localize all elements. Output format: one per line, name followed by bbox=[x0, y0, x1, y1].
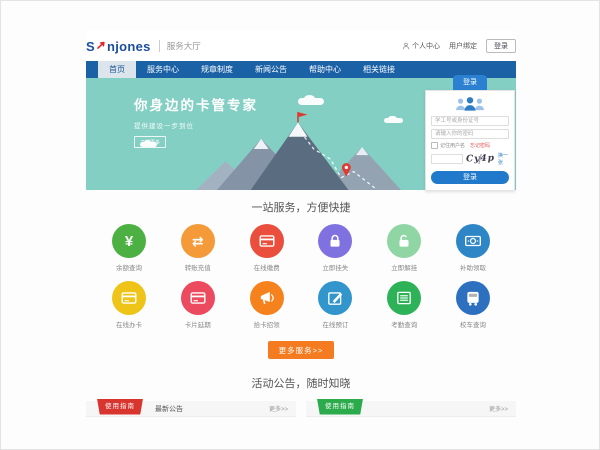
services-title: 一站服务，方便快捷 bbox=[86, 199, 516, 215]
header-links: 个人中心 用户绑定 登录 bbox=[402, 39, 516, 53]
login-options: 记住用户名 忘记密码 bbox=[431, 142, 509, 149]
panel-tab-bar: 使用指南 最新公告 更多>> bbox=[86, 401, 296, 417]
service-item[interactable]: 在线办卡 bbox=[106, 281, 152, 329]
card-icon bbox=[250, 224, 284, 258]
service-item[interactable]: 考勤查询 bbox=[381, 281, 427, 329]
logo-arrow-icon bbox=[96, 39, 107, 50]
service-label: 在线办卡 bbox=[106, 319, 152, 329]
service-item[interactable]: 在线预订 bbox=[312, 281, 358, 329]
service-item[interactable]: 在线缴费 bbox=[244, 224, 290, 272]
service-label: 转账充值 bbox=[175, 262, 221, 272]
captcha-row: Cy4p 换一张 bbox=[431, 152, 509, 166]
logo[interactable]: S njones 服务大厅 bbox=[86, 39, 201, 54]
hero-cta-button[interactable]: 了解更多 bbox=[134, 136, 166, 148]
more-services-button[interactable]: 更多服务>> bbox=[268, 341, 335, 359]
service-item[interactable]: 立即挂失 bbox=[312, 224, 358, 272]
announcement-panels: 使用指南 最新公告 更多>> 使用指南 更多>> bbox=[86, 401, 516, 417]
hero-subtitle: 提供建设一步到位 bbox=[134, 120, 258, 130]
nav-item-0[interactable]: 首页 bbox=[98, 61, 136, 78]
site-title: 服务大厅 bbox=[159, 40, 201, 52]
nav-item-5[interactable]: 相关链接 bbox=[352, 61, 406, 78]
remember-label: 记住用户名 bbox=[440, 142, 465, 149]
unlock-icon bbox=[387, 224, 421, 258]
header-login-button[interactable]: 登录 bbox=[486, 39, 516, 53]
service-item[interactable]: 补助领取 bbox=[450, 224, 496, 272]
personal-center-link[interactable]: 个人中心 bbox=[402, 41, 440, 51]
card-icon bbox=[181, 281, 215, 315]
password-input[interactable] bbox=[431, 129, 509, 139]
service-item[interactable]: 卡片延期 bbox=[175, 281, 221, 329]
service-item[interactable]: 立即解挂 bbox=[381, 224, 427, 272]
captcha-refresh-link[interactable]: 换一张 bbox=[498, 152, 509, 166]
login-panel: 登录 记住用户名 忘记密码 Cy4 bbox=[425, 75, 515, 191]
captcha-input[interactable] bbox=[431, 154, 463, 164]
service-item[interactable]: ¥ 余额查询 bbox=[106, 224, 152, 272]
service-label: 立即解挂 bbox=[381, 262, 427, 272]
bus-icon bbox=[456, 281, 490, 315]
panel-secondary-tab[interactable]: 最新公告 bbox=[155, 404, 183, 414]
hero-copy: 你身边的卡管专家 提供建设一步到位 了解更多 bbox=[134, 94, 258, 149]
service-label: 立即挂失 bbox=[312, 262, 358, 272]
header: S njones 服务大厅 个人中心 用户绑定 登录 bbox=[86, 31, 516, 61]
services-row-2: 在线办卡 卡片延期 拾卡招领 在线预订 考勤查询 校车查询 bbox=[86, 281, 516, 329]
announcement-panel-0: 使用指南 最新公告 更多>> bbox=[86, 401, 296, 417]
service-label: 补助领取 bbox=[450, 262, 496, 272]
announcement-panel-1: 使用指南 更多>> bbox=[306, 401, 516, 417]
nav-item-3[interactable]: 新闻公告 bbox=[244, 61, 298, 78]
users-icon bbox=[431, 95, 509, 113]
megaphone-icon bbox=[250, 281, 284, 315]
service-label: 拾卡招领 bbox=[244, 319, 290, 329]
banknote-icon bbox=[456, 224, 490, 258]
nav-item-2[interactable]: 规章制度 bbox=[190, 61, 244, 78]
service-item[interactable]: 拾卡招领 bbox=[244, 281, 290, 329]
service-label: 在线缴费 bbox=[244, 262, 290, 272]
service-label: 校车查询 bbox=[450, 319, 496, 329]
user-binding-label: 用户绑定 bbox=[449, 41, 477, 51]
panel-more-link[interactable]: 更多>> bbox=[269, 404, 288, 413]
card-icon bbox=[112, 281, 146, 315]
user-binding-link[interactable]: 用户绑定 bbox=[449, 41, 477, 51]
transfer-icon: ⇄ bbox=[181, 224, 215, 258]
nav-item-1[interactable]: 服务中心 bbox=[136, 61, 190, 78]
panel-ribbon-tab[interactable]: 使用指南 bbox=[97, 399, 143, 415]
person-icon bbox=[402, 42, 410, 50]
list-icon bbox=[387, 281, 421, 315]
login-card: 记住用户名 忘记密码 Cy4p 换一张 登录 bbox=[425, 90, 515, 191]
hero-title: 你身边的卡管专家 bbox=[134, 94, 258, 114]
yen-icon: ¥ bbox=[112, 224, 146, 258]
services-row-1: ¥ 余额查询 ⇄ 转账充值 在线缴费 立即挂失 立即解挂 补助领取 bbox=[86, 224, 516, 272]
forgot-password-link[interactable]: 忘记密码 bbox=[470, 142, 490, 149]
remember-checkbox[interactable] bbox=[431, 142, 438, 149]
personal-center-label: 个人中心 bbox=[412, 41, 440, 51]
logo-text2: njones bbox=[107, 39, 151, 54]
service-label: 卡片延期 bbox=[175, 319, 221, 329]
captcha-image: Cy4p bbox=[466, 153, 495, 164]
lock-icon bbox=[318, 224, 352, 258]
page: S njones 服务大厅 个人中心 用户绑定 登录 首页服务中心规章制度新闻公… bbox=[0, 0, 600, 450]
login-submit-button[interactable]: 登录 bbox=[431, 171, 509, 184]
panel-ribbon-tab[interactable]: 使用指南 bbox=[317, 399, 363, 415]
service-label: 考勤查询 bbox=[381, 319, 427, 329]
logo-text: S bbox=[86, 39, 95, 54]
service-item[interactable]: ⇄ 转账充值 bbox=[175, 224, 221, 272]
service-label: 在线预订 bbox=[312, 319, 358, 329]
service-label: 余额查询 bbox=[106, 262, 152, 272]
site-container: S njones 服务大厅 个人中心 用户绑定 登录 首页服务中心规章制度新闻公… bbox=[86, 31, 516, 417]
panel-tab-bar: 使用指南 更多>> bbox=[306, 401, 516, 417]
edit-icon bbox=[318, 281, 352, 315]
nav-item-4[interactable]: 帮助中心 bbox=[298, 61, 352, 78]
cloud-shape bbox=[298, 98, 324, 105]
announcements-title: 活动公告，随时知晓 bbox=[86, 375, 516, 391]
panel-more-link[interactable]: 更多>> bbox=[489, 404, 508, 413]
login-tab[interactable]: 登录 bbox=[453, 75, 487, 90]
account-input[interactable] bbox=[431, 116, 509, 126]
service-item[interactable]: 校车查询 bbox=[450, 281, 496, 329]
